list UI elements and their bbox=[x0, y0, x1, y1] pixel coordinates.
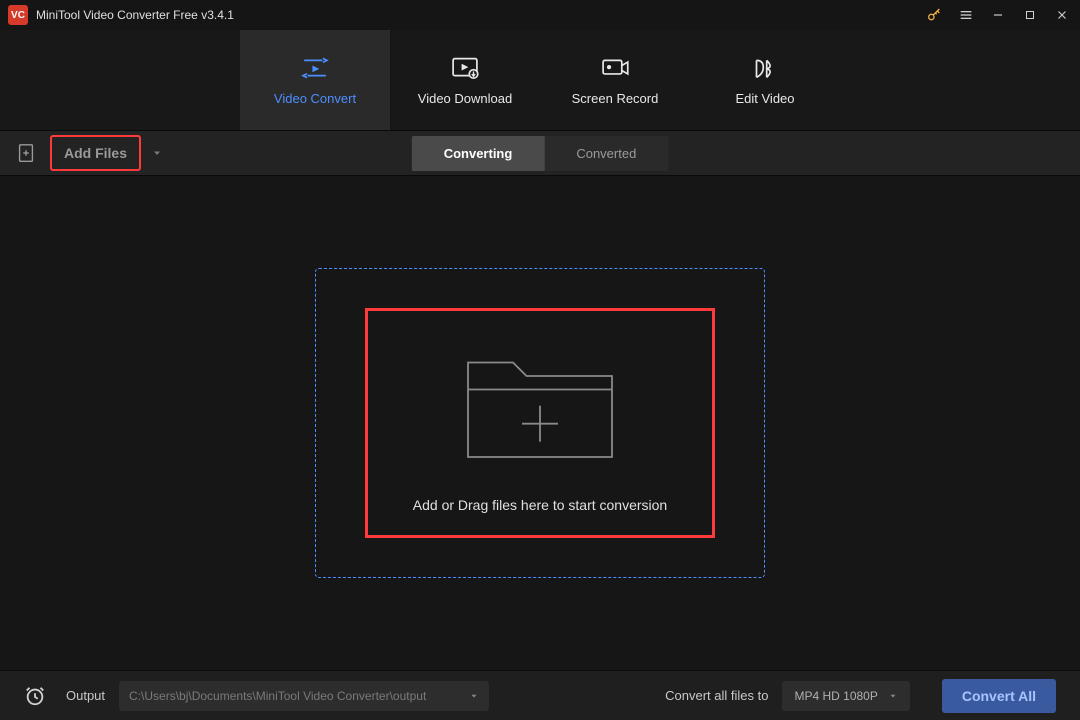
app-title: MiniTool Video Converter Free v3.4.1 bbox=[36, 8, 926, 22]
segment-converting[interactable]: Converting bbox=[412, 136, 545, 171]
output-path-select[interactable]: C:\Users\bj\Documents\MiniTool Video Con… bbox=[119, 681, 489, 711]
add-file-icon[interactable] bbox=[14, 141, 38, 165]
segment-converted[interactable]: Converted bbox=[544, 136, 668, 171]
tab-label: Video Download bbox=[418, 91, 512, 106]
main-tabs: Video Convert Video Download Screen Reco… bbox=[0, 30, 1080, 130]
output-label: Output bbox=[66, 688, 105, 703]
convert-all-to-label: Convert all files to bbox=[665, 688, 768, 703]
dropzone-inner[interactable]: Add or Drag files here to start conversi… bbox=[365, 308, 715, 538]
tab-label: Screen Record bbox=[572, 91, 659, 106]
app-logo-icon: VC bbox=[8, 5, 28, 25]
schedule-icon[interactable] bbox=[24, 685, 46, 707]
output-format-select[interactable]: MP4 HD 1080P bbox=[782, 681, 909, 711]
tab-video-convert[interactable]: Video Convert bbox=[240, 30, 390, 130]
convert-all-button[interactable]: Convert All bbox=[942, 679, 1056, 713]
workspace: Add or Drag files here to start conversi… bbox=[0, 176, 1080, 670]
conversion-status-segmented: Converting Converted bbox=[412, 136, 669, 171]
dropzone-instruction: Add or Drag files here to start conversi… bbox=[413, 497, 667, 513]
tab-video-download[interactable]: Video Download bbox=[390, 30, 540, 130]
maximize-icon[interactable] bbox=[1022, 7, 1038, 23]
output-format-value: MP4 HD 1080P bbox=[794, 689, 877, 703]
convert-all-label: Convert All bbox=[962, 688, 1036, 704]
tab-label: Edit Video bbox=[735, 91, 794, 106]
toolbar: Add Files Converting Converted bbox=[0, 130, 1080, 176]
titlebar: VC MiniTool Video Converter Free v3.4.1 bbox=[0, 0, 1080, 30]
tab-edit-video[interactable]: Edit Video bbox=[690, 30, 840, 130]
footer: Output C:\Users\bj\Documents\MiniTool Vi… bbox=[0, 670, 1080, 720]
key-icon[interactable] bbox=[926, 7, 942, 23]
folder-plus-icon bbox=[450, 333, 630, 473]
add-files-label: Add Files bbox=[64, 145, 127, 161]
chevron-down-icon bbox=[888, 691, 898, 701]
output-path-value: C:\Users\bj\Documents\MiniTool Video Con… bbox=[129, 689, 426, 703]
minimize-icon[interactable] bbox=[990, 7, 1006, 23]
tab-screen-record[interactable]: Screen Record bbox=[540, 30, 690, 130]
menu-icon[interactable] bbox=[958, 7, 974, 23]
add-files-dropdown-icon[interactable] bbox=[151, 147, 163, 159]
add-files-button[interactable]: Add Files bbox=[50, 135, 141, 171]
chevron-down-icon bbox=[469, 691, 479, 701]
close-icon[interactable] bbox=[1054, 7, 1070, 23]
dropzone[interactable]: Add or Drag files here to start conversi… bbox=[315, 268, 765, 578]
tab-label: Video Convert bbox=[274, 91, 356, 106]
